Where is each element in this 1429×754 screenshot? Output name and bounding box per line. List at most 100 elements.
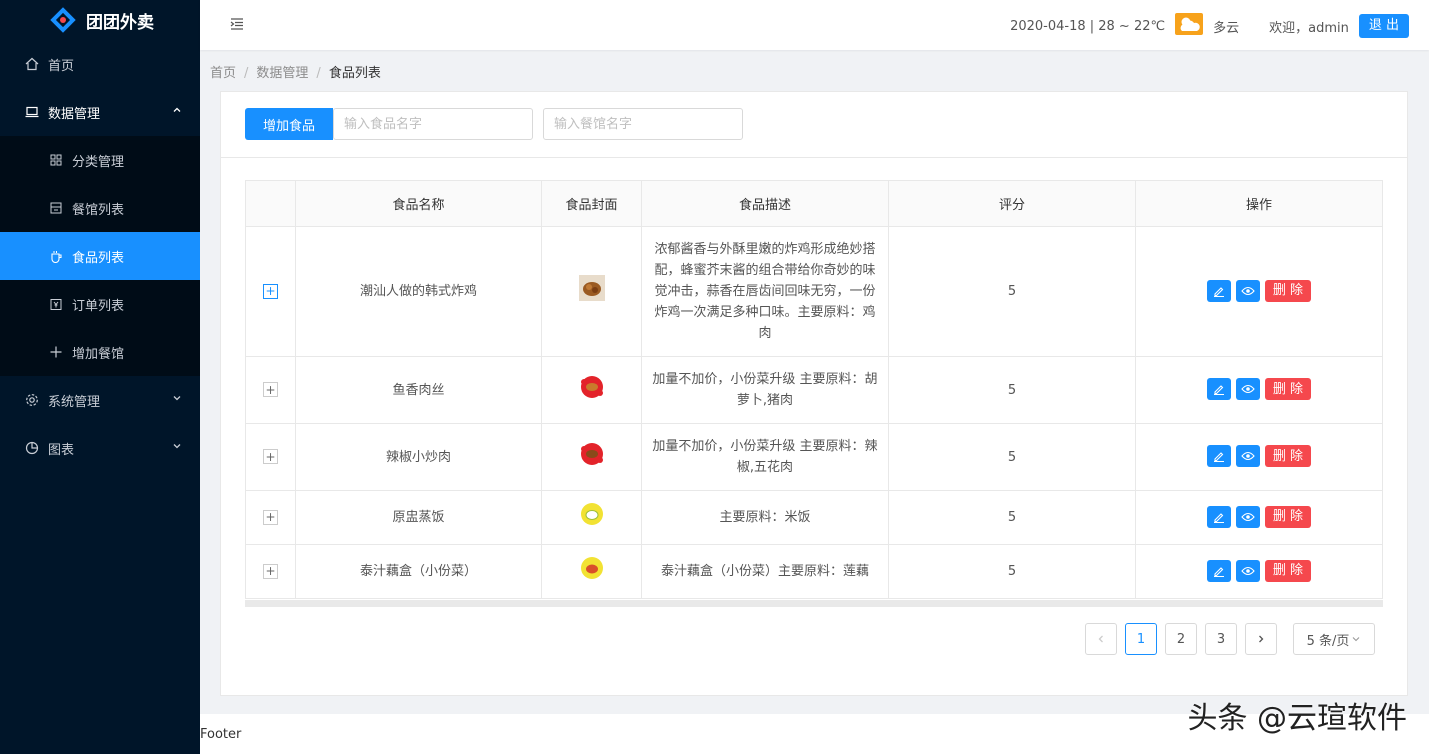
page-size-value: 5 条/页 — [1306, 633, 1350, 649]
edit-button[interactable] — [1206, 505, 1231, 528]
expand-row-button[interactable]: + — [263, 449, 278, 464]
column-header-name[interactable]: 食品名称 — [295, 180, 542, 227]
toolbar: 增加食品 — [221, 92, 1407, 158]
sidebar-item-restaurants[interactable]: 餐馆列表 — [0, 184, 200, 232]
food-cover-image[interactable] — [578, 275, 605, 301]
food-cover-image[interactable] — [578, 441, 606, 467]
laptop-icon — [24, 104, 40, 120]
sidebar-item-charts[interactable]: 图表 — [0, 424, 200, 472]
edit-icon — [1213, 286, 1224, 297]
weather-desc: 多云 — [1213, 20, 1240, 36]
food-cover-cell — [541, 356, 642, 424]
view-button[interactable] — [1235, 378, 1260, 400]
food-name-search-input[interactable] — [333, 108, 533, 140]
expand-row-button[interactable]: + — [263, 509, 278, 525]
pie-chart-icon — [24, 440, 40, 456]
sidebar-item-home[interactable]: 首页 — [0, 40, 200, 88]
food-cover-image[interactable] — [578, 555, 606, 581]
page-2-button[interactable]: 2 — [1165, 623, 1197, 655]
food-rating: 5 — [888, 490, 1136, 545]
delete-button[interactable]: 删 除 — [1264, 378, 1312, 400]
app-logo[interactable]: 团团外卖 — [0, 0, 200, 40]
next-page-button[interactable] — [1245, 623, 1277, 655]
column-header-ops: 操作 — [1135, 180, 1383, 227]
expand-cell: + — [245, 356, 296, 424]
column-header-cover[interactable]: 食品封面 — [541, 180, 642, 227]
submenu-data-management: 分类管理 餐馆列表 食品列表 订单列表 增加餐馆 — [0, 136, 200, 376]
sidebar-item-label: 数据管理 — [48, 106, 101, 122]
plus-icon — [48, 344, 64, 360]
eye-icon — [1241, 384, 1255, 394]
order-icon — [48, 296, 64, 312]
table-row: + 鱼香肉丝 加量不加价，小份菜升级 主要原料：胡萝卜,猪肉 5 删 除 — [245, 356, 1383, 424]
horizontal-scrollbar[interactable] — [245, 600, 1383, 607]
page-3-button[interactable]: 3 — [1205, 623, 1237, 655]
food-desc: 加量不加价，小份菜升级 主要原料：辣椒,五花肉 — [641, 423, 889, 491]
sidebar-item-label: 首页 — [48, 58, 75, 74]
page-1-button[interactable]: 1 — [1125, 623, 1157, 655]
view-button[interactable] — [1235, 559, 1260, 582]
table-row: + 潮汕人做的韩式炸鸡 浓郁酱香与外酥里嫩的炸鸡形成绝妙搭配，蜂蜜芥末酱的组合带… — [245, 226, 1383, 357]
sidebar-item-label: 增加餐馆 — [72, 346, 125, 362]
column-header-rating[interactable]: 评分 — [888, 180, 1136, 227]
sidebar-item-label: 图表 — [48, 442, 75, 458]
food-cover-image[interactable] — [578, 374, 606, 400]
table-row: + 原盅蒸饭 主要原料：米饭 5 删 除 — [245, 490, 1383, 545]
welcome-text: 欢迎，admin — [1269, 20, 1349, 36]
breadcrumb-home[interactable]: 首页 — [210, 66, 236, 81]
delete-button[interactable]: 删 除 — [1264, 279, 1312, 302]
table-header-row: 食品名称 食品封面 食品描述 评分 操作 — [245, 180, 1383, 227]
delete-button[interactable]: 删 除 — [1264, 505, 1312, 528]
view-button[interactable] — [1235, 445, 1260, 467]
expand-cell: + — [245, 490, 296, 545]
add-food-button[interactable]: 增加食品 — [245, 108, 333, 140]
footer-text: Footer — [200, 727, 242, 742]
food-rating: 5 — [888, 356, 1136, 424]
food-table: 食品名称 食品封面 食品描述 评分 操作 + 潮汕人做的韩式炸鸡 浓郁酱香与外酥… — [245, 180, 1383, 599]
chevron-down-icon — [172, 392, 182, 407]
food-name: 辣椒小炒肉 — [295, 423, 542, 491]
sidebar-item-system[interactable]: 系统管理 — [0, 376, 200, 424]
food-name: 泰汁藕盒（小份菜） — [295, 544, 542, 599]
sidebar-item-label: 餐馆列表 — [72, 202, 125, 218]
food-cover-cell — [541, 544, 642, 599]
chevron-right-icon — [1259, 635, 1264, 643]
restaurant-name-search-input[interactable] — [543, 108, 743, 140]
edit-icon — [1213, 452, 1224, 462]
logout-button[interactable]: 退 出 — [1358, 14, 1409, 38]
menu-fold-icon[interactable] — [230, 18, 244, 34]
food-desc: 主要原料：米饭 — [641, 490, 889, 545]
eye-icon — [1241, 286, 1255, 295]
expand-row-button[interactable]: + — [263, 382, 278, 397]
sidebar: 团团外卖 首页 数据管理 分类管理 餐馆列表 食品列表 订单列表 增加餐馆 系统… — [0, 0, 200, 754]
sidebar-item-orders[interactable]: 订单列表 — [0, 280, 200, 328]
prev-page-button[interactable] — [1085, 623, 1117, 655]
expand-cell: + — [245, 226, 296, 357]
edit-button[interactable] — [1206, 378, 1231, 400]
column-header-desc[interactable]: 食品描述 — [641, 180, 889, 227]
delete-button[interactable]: 删 除 — [1264, 559, 1312, 582]
expand-row-button[interactable]: + — [263, 563, 278, 579]
edit-button[interactable] — [1206, 279, 1231, 302]
breadcrumb-section[interactable]: 数据管理 — [256, 66, 308, 81]
ops-cell: 删 除 — [1135, 423, 1383, 491]
food-cover-cell — [541, 423, 642, 491]
content-card: 增加食品 食品名称 食品封面 食品描述 评分 操作 + 潮汕人做的韩式炸鸡 — [220, 91, 1408, 696]
sidebar-item-add-restaurant[interactable]: 增加餐馆 — [0, 328, 200, 376]
delete-button[interactable]: 删 除 — [1264, 445, 1312, 467]
watermark: 头条 @云瑄软件 — [1187, 701, 1407, 736]
expand-row-button[interactable]: + — [263, 283, 278, 299]
edit-button[interactable] — [1206, 445, 1231, 467]
view-button[interactable] — [1235, 505, 1260, 528]
food-cover-image[interactable] — [578, 501, 606, 527]
sidebar-item-data-management[interactable]: 数据管理 — [0, 88, 200, 136]
page-size-select[interactable]: 5 条/页 — [1293, 623, 1375, 655]
store-icon — [48, 200, 64, 216]
sidebar-item-categories[interactable]: 分类管理 — [0, 136, 200, 184]
ops-cell: 删 除 — [1135, 356, 1383, 424]
sidebar-item-foods[interactable]: 食品列表 — [0, 232, 200, 280]
edit-button[interactable] — [1206, 559, 1231, 582]
chevron-down-icon — [1353, 637, 1360, 642]
view-button[interactable] — [1235, 279, 1260, 302]
ops-cell: 删 除 — [1135, 226, 1383, 357]
